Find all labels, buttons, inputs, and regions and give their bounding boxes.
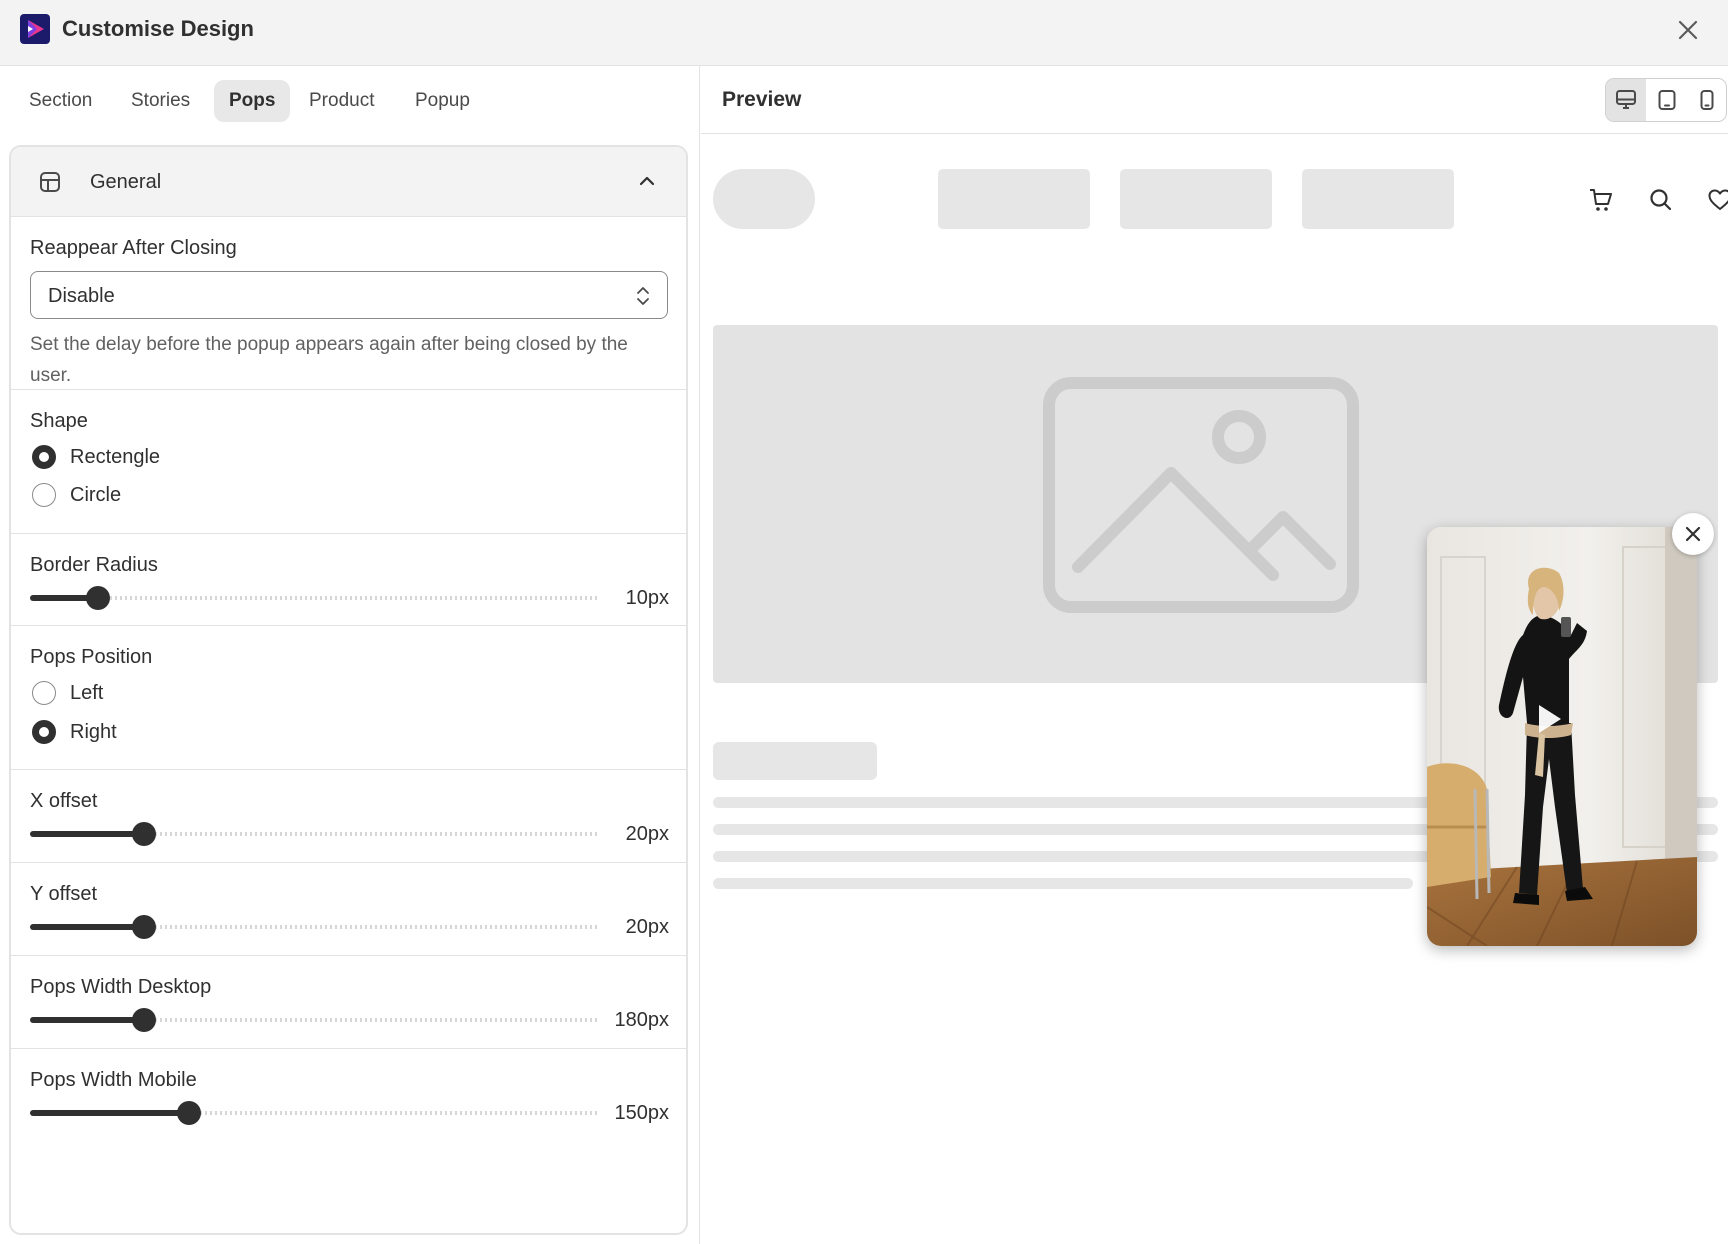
slider-fill <box>30 924 144 930</box>
slider-thumb[interactable] <box>86 586 110 610</box>
radio-label: Circle <box>70 484 122 506</box>
desktop-view-button[interactable] <box>1606 79 1646 121</box>
radio-label: Left <box>70 682 104 704</box>
x-offset-label: X offset <box>30 790 98 812</box>
pops-width-mobile-slider[interactable] <box>30 1098 608 1128</box>
x-offset-value: 20px <box>625 823 669 845</box>
close-icon[interactable] <box>1674 16 1702 44</box>
y-offset-slider[interactable] <box>30 912 608 942</box>
mobile-view-button[interactable] <box>1687 79 1726 121</box>
window-title: Customise Design <box>62 16 254 41</box>
border-radius-section: Border Radius 10px <box>11 534 686 626</box>
radio-dot <box>32 483 56 507</box>
y-offset-label: Y offset <box>30 883 98 905</box>
slider-track <box>30 596 598 600</box>
pops-width-mobile-section: Pops Width Mobile 150px <box>11 1049 686 1233</box>
text-line-placeholder <box>713 878 1413 889</box>
image-placeholder-icon <box>1043 377 1359 613</box>
radio-label: Rectengle <box>70 446 161 468</box>
radio-label: Right <box>70 721 117 743</box>
pops-width-desktop-label: Pops Width Desktop <box>30 976 212 998</box>
tab-bar: Section Stories Pops Product Popup <box>0 66 700 134</box>
shape-section: Shape Rectengle Circle <box>11 390 686 534</box>
chevron-up-icon[interactable] <box>635 169 659 198</box>
y-offset-value: 20px <box>625 916 669 938</box>
slider-thumb[interactable] <box>177 1101 201 1125</box>
pops-width-desktop-slider[interactable] <box>30 1005 608 1035</box>
general-title: General <box>90 171 162 193</box>
nav-placeholder <box>1302 169 1454 229</box>
pops-position-label: Pops Position <box>30 646 153 668</box>
pops-width-desktop-section: Pops Width Desktop 180px <box>11 956 686 1049</box>
select-arrows-icon <box>635 284 651 313</box>
x-offset-slider[interactable] <box>30 819 608 849</box>
slider-fill <box>30 831 144 837</box>
preview-canvas <box>701 135 1728 1244</box>
mobile-icon <box>1700 90 1714 110</box>
slider-fill <box>30 1017 144 1023</box>
radio-dot <box>32 720 56 744</box>
border-radius-value: 10px <box>625 587 669 609</box>
nav-placeholder <box>938 169 1090 229</box>
reappear-label: Reappear After Closing <box>30 237 237 259</box>
shape-label: Shape <box>30 410 88 432</box>
slider-thumb[interactable] <box>132 915 156 939</box>
desktop-icon <box>1616 90 1636 109</box>
nav-placeholder <box>1120 169 1272 229</box>
slider-thumb[interactable] <box>132 822 156 846</box>
radio-dot <box>32 445 56 469</box>
pop-video-thumbnail <box>1427 527 1697 946</box>
device-toggle <box>1605 78 1727 122</box>
pops-position-section: Pops Position Left Right <box>11 626 686 770</box>
heart-icon <box>1708 189 1728 210</box>
pops-width-mobile-value: 150px <box>614 1102 670 1124</box>
pop-close-button[interactable] <box>1672 513 1714 555</box>
title-bar: Customise Design <box>0 0 1728 66</box>
reappear-section: Reappear After Closing Disable Set the d… <box>11 217 686 390</box>
search-icon <box>1650 189 1672 211</box>
general-header[interactable]: General <box>11 147 686 217</box>
tab-pops[interactable]: Pops <box>214 80 291 122</box>
tab-stories[interactable]: Stories <box>116 80 205 122</box>
tablet-icon <box>1658 90 1676 110</box>
general-card: General Reappear After Closing Disable S… <box>9 145 688 1235</box>
app-logo-icon <box>20 14 50 44</box>
radio-dot <box>32 681 56 705</box>
slider-fill <box>30 1110 189 1116</box>
tablet-view-button[interactable] <box>1647 79 1687 121</box>
settings-panel: Section Stories Pops Product Popup Gener… <box>0 66 700 1244</box>
pop-video-card[interactable] <box>1427 527 1697 946</box>
heading-placeholder <box>713 742 877 780</box>
border-radius-label: Border Radius <box>30 554 158 576</box>
tab-product[interactable]: Product <box>294 80 389 122</box>
reappear-help: Set the delay before the popup appears a… <box>30 334 628 386</box>
pops-width-desktop-value: 180px <box>614 1009 670 1031</box>
slider-thumb[interactable] <box>132 1008 156 1032</box>
cart-icon <box>1590 189 1612 211</box>
preview-header: Preview <box>701 66 1728 134</box>
pops-width-mobile-label: Pops Width Mobile <box>30 1069 197 1091</box>
reappear-select[interactable]: Disable <box>30 271 668 319</box>
logo-placeholder <box>713 169 815 229</box>
preview-title: Preview <box>722 88 802 111</box>
tab-popup[interactable]: Popup <box>400 80 485 122</box>
x-offset-section: X offset 20px <box>11 770 686 863</box>
close-icon <box>1685 526 1701 542</box>
reappear-value: Disable <box>48 285 115 307</box>
tab-section[interactable]: Section <box>14 80 107 122</box>
border-radius-slider[interactable] <box>30 583 608 613</box>
y-offset-section: Y offset 20px <box>11 863 686 956</box>
layout-icon <box>39 171 61 198</box>
